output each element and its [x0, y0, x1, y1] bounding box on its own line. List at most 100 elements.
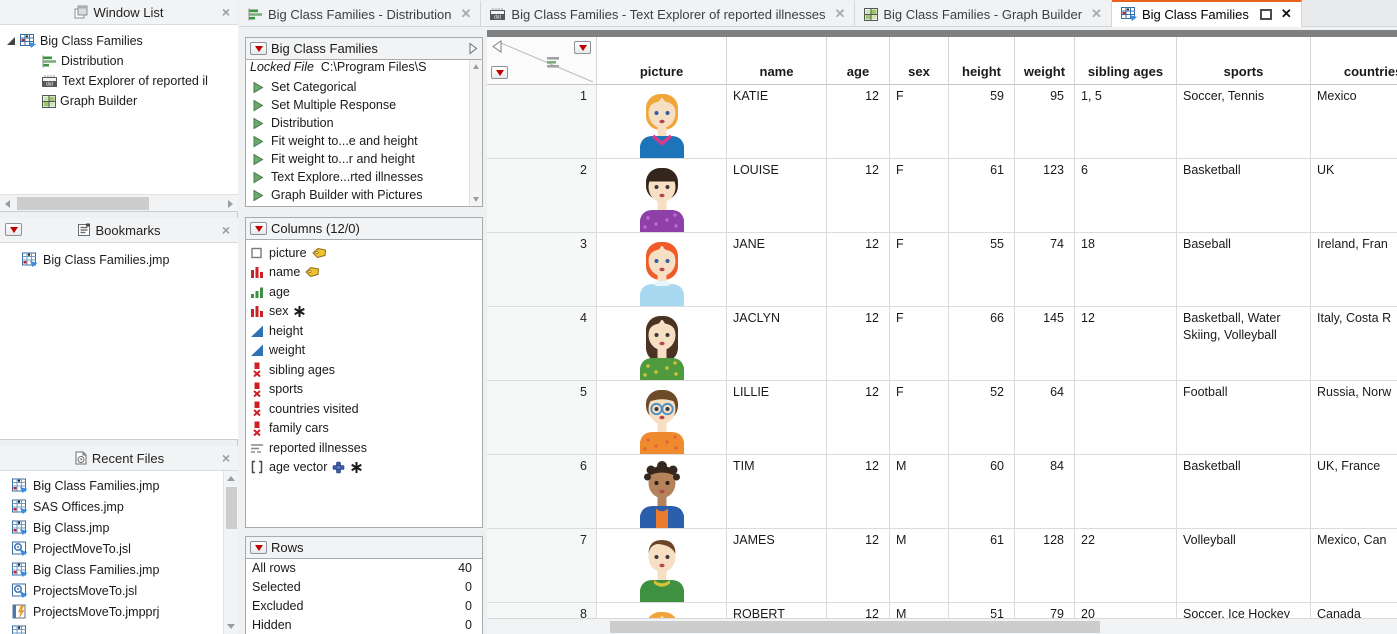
column-item[interactable]: family cars	[246, 419, 482, 439]
window-list-root-item[interactable]: Big Class Families	[6, 31, 238, 51]
cell-sibling_ages[interactable]: 1, 5	[1075, 85, 1177, 159]
cell-name[interactable]: LOUISE	[727, 159, 827, 233]
column-item[interactable]: reported illnesses	[246, 438, 482, 458]
cell-sex[interactable]: F	[890, 85, 949, 159]
table-red-triangle-menu[interactable]	[250, 42, 267, 55]
recent-file-item[interactable]: Big Class Families.jmp	[0, 559, 238, 580]
rows-stat[interactable]: Selected 0	[246, 580, 482, 599]
cell-height[interactable]: 61	[949, 159, 1015, 233]
cell-age[interactable]: 12	[827, 307, 890, 381]
column-header-name[interactable]: name	[727, 37, 827, 85]
tab-document[interactable]: Big Class Families - Graph Builder✕	[855, 0, 1112, 26]
column-item[interactable]: name	[246, 263, 482, 283]
cell-name[interactable]: JAMES	[727, 529, 827, 603]
cell-sports[interactable]: Volleyball	[1177, 529, 1311, 603]
cell-weight[interactable]: 64	[1015, 381, 1075, 455]
cell-name[interactable]: LILLIE	[727, 381, 827, 455]
table-script-item[interactable]: Set Multiple Response	[246, 96, 482, 114]
cell-weight[interactable]: 95	[1015, 85, 1075, 159]
column-item[interactable]: picture	[246, 243, 482, 263]
cell-picture[interactable]	[597, 159, 727, 233]
row-number-cell[interactable]: 6	[487, 455, 597, 529]
column-header-height[interactable]: height	[949, 37, 1015, 85]
column-item[interactable]: sex	[246, 302, 482, 322]
run-script-icon[interactable]	[252, 189, 264, 202]
cell-age[interactable]: 12	[827, 85, 890, 159]
cell-sibling_ages[interactable]: 6	[1075, 159, 1177, 233]
cell-countries[interactable]: Mexico, Can	[1311, 529, 1397, 603]
column-item[interactable]: countries visited	[246, 399, 482, 419]
column-item[interactable]: sports	[246, 380, 482, 400]
run-script-icon[interactable]	[252, 117, 264, 130]
bookmarks-close-icon[interactable]: ×	[222, 222, 230, 238]
row-number-cell[interactable]: 7	[487, 529, 597, 603]
cell-weight[interactable]: 84	[1015, 455, 1075, 529]
cell-countries[interactable]: Mexico	[1311, 85, 1397, 159]
cell-name[interactable]: JANE	[727, 233, 827, 307]
cell-picture[interactable]	[597, 307, 727, 381]
hscroll-thumb[interactable]	[17, 197, 149, 210]
cell-sibling_ages[interactable]: 18	[1075, 233, 1177, 307]
recent-file-item[interactable]: Big Class Families.jmp	[0, 475, 238, 496]
cell-sex[interactable]: M	[890, 455, 949, 529]
row-number-cell[interactable]: 4	[487, 307, 597, 381]
row-number-cell[interactable]: 5	[487, 381, 597, 455]
scripts-scroll-down-icon[interactable]	[473, 197, 479, 202]
cell-sibling_ages[interactable]	[1075, 455, 1177, 529]
cell-age[interactable]: 12	[827, 381, 890, 455]
grid-hscrollbar[interactable]	[487, 618, 1397, 634]
cell-height[interactable]: 66	[949, 307, 1015, 381]
table-script-item[interactable]: Fit weight to...e and height	[246, 132, 482, 150]
bookmark-item[interactable]: Big Class Families.jmp	[0, 249, 238, 270]
panel-expand-right-icon[interactable]	[468, 42, 478, 55]
scroll-right-arrow-icon[interactable]	[228, 200, 233, 208]
cell-height[interactable]: 61	[949, 529, 1015, 603]
cell-weight[interactable]: 145	[1015, 307, 1075, 381]
column-header-picture[interactable]: picture	[597, 37, 727, 85]
cell-age[interactable]: 12	[827, 455, 890, 529]
rows-stat[interactable]: Excluded 0	[246, 599, 482, 618]
columns-menu-red-triangle[interactable]	[574, 41, 591, 54]
window-list-close-icon[interactable]: ×	[222, 4, 230, 20]
column-header-countries-visited[interactable]: countries visited	[1311, 37, 1397, 85]
rows-stat[interactable]: All rows 40	[246, 561, 482, 580]
recent-file-item[interactable]: SAS Offices.jmp	[0, 496, 238, 517]
run-script-icon[interactable]	[252, 153, 264, 166]
cell-sibling_ages[interactable]	[1075, 381, 1177, 455]
table-script-item[interactable]: Text Explore...rted illnesses	[246, 168, 482, 186]
row-number-cell[interactable]: 2	[487, 159, 597, 233]
rows-stat[interactable]: Hidden 0	[246, 618, 482, 634]
recent-file-item[interactable]	[0, 622, 238, 634]
recent-file-item[interactable]: Big Class.jmp	[0, 517, 238, 538]
cell-weight[interactable]: 74	[1015, 233, 1075, 307]
cell-picture[interactable]	[597, 233, 727, 307]
cell-countries[interactable]: UK	[1311, 159, 1397, 233]
cell-picture[interactable]	[597, 529, 727, 603]
window-list-hscrollbar[interactable]	[0, 194, 238, 211]
tab-close-icon[interactable]: ✕	[834, 6, 845, 22]
column-header-sibling-ages[interactable]: sibling ages	[1075, 37, 1177, 85]
column-header-age[interactable]: age	[827, 37, 890, 85]
cell-sports[interactable]: Basketball, Water Skiing, Volleyball	[1177, 307, 1311, 381]
recent-files-close-icon[interactable]: ×	[222, 450, 230, 466]
recent-file-item[interactable]: ProjectMoveTo.jsl	[0, 538, 238, 559]
cell-sports[interactable]: Football	[1177, 381, 1311, 455]
column-item[interactable]: height	[246, 321, 482, 341]
column-item[interactable]: weight	[246, 341, 482, 361]
grid-hscroll-thumb[interactable]	[610, 621, 1100, 633]
column-header-weight[interactable]: weight	[1015, 37, 1075, 85]
cell-countries[interactable]: Italy, Costa R	[1311, 307, 1397, 381]
cell-name[interactable]: JACLYN	[727, 307, 827, 381]
cell-sex[interactable]: F	[890, 307, 949, 381]
cell-countries[interactable]: UK, France	[1311, 455, 1397, 529]
cell-sex[interactable]: F	[890, 233, 949, 307]
column-header-sex[interactable]: sex	[890, 37, 949, 85]
cell-sports[interactable]: Basketball	[1177, 455, 1311, 529]
run-script-icon[interactable]	[252, 171, 264, 184]
vscroll-thumb[interactable]	[226, 487, 237, 529]
cell-sex[interactable]: F	[890, 159, 949, 233]
tab-close-icon[interactable]: ✕	[1281, 6, 1292, 22]
cell-sex[interactable]: F	[890, 381, 949, 455]
scripts-vscrollbar[interactable]	[469, 60, 482, 206]
row-number-cell[interactable]: 3	[487, 233, 597, 307]
